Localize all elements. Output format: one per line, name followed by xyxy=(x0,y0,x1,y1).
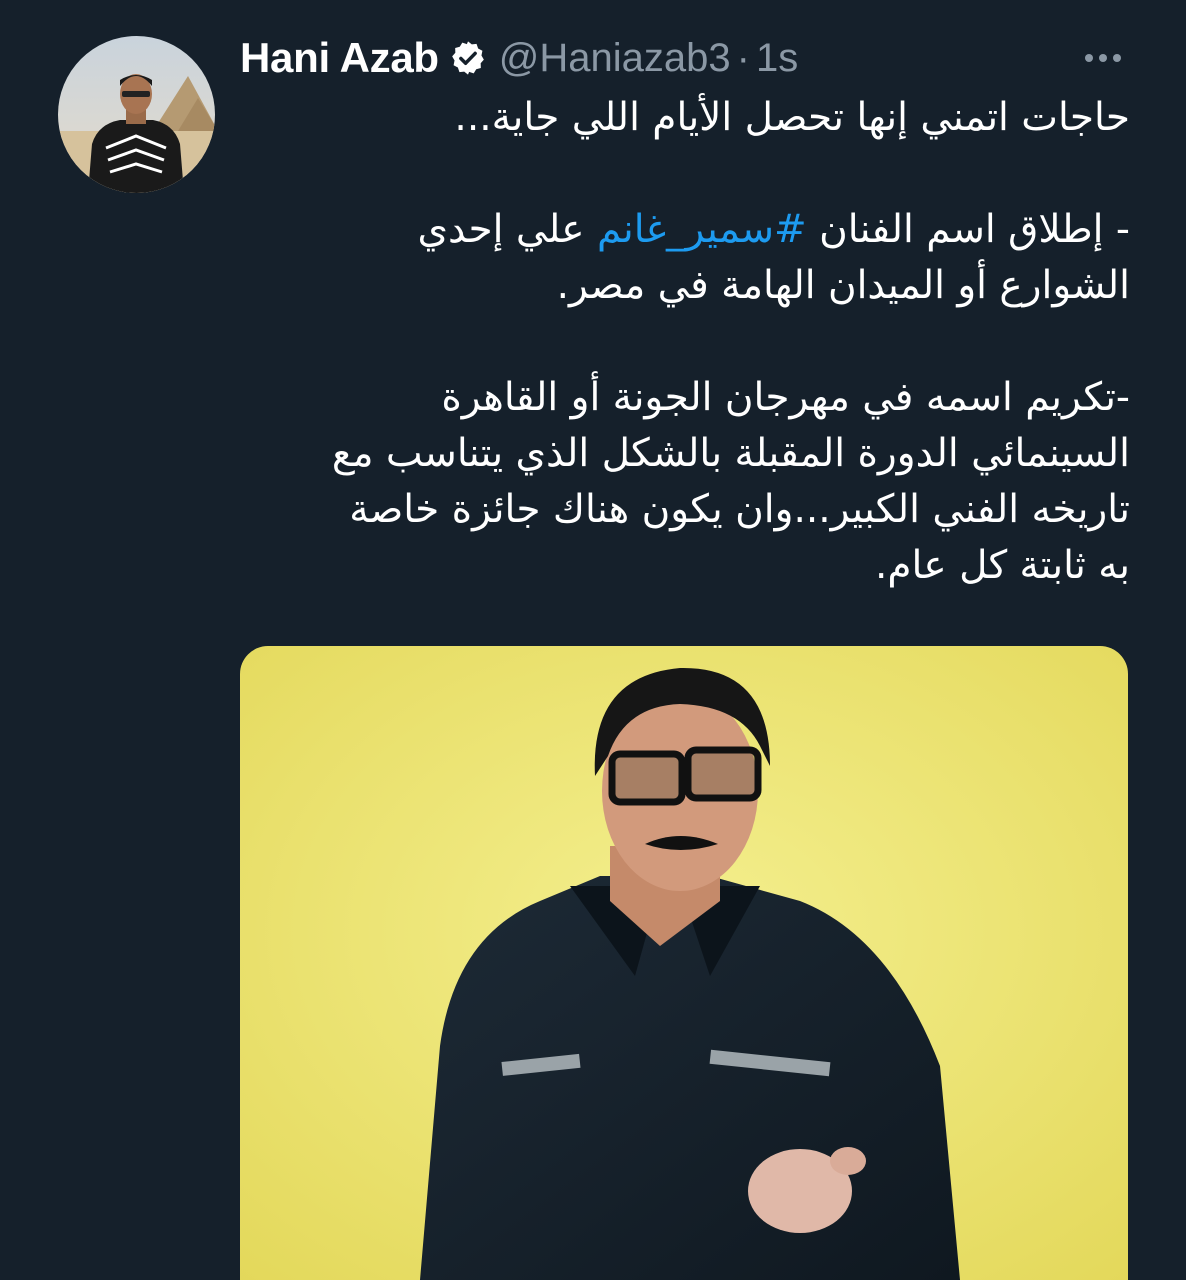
tweet-text-line: -تكريم اسمه في مهرجان الجونة أو القاهرة xyxy=(441,375,1130,420)
hashtag-link[interactable]: #سمير_غانم xyxy=(597,207,807,252)
tweet[interactable]: Hani Azab @Haniazab3 · 1s حاجات اتمني إن… xyxy=(0,0,1186,1280)
tweet-text-line: به ثابتة كل عام. xyxy=(874,543,1130,588)
tweet-text-segment: - إطلاق اسم الفنان xyxy=(806,207,1130,252)
verified-badge-icon xyxy=(449,39,487,77)
tweet-text-line: الشوارع أو الميدان الهامة في مصر. xyxy=(556,263,1130,308)
tweet-text-line: تاريخه الفني الكبير...وان يكون هناك جائز… xyxy=(349,487,1130,532)
tweet-text-line: حاجات اتمني إنها تحصل الأيام اللي جاية..… xyxy=(454,95,1130,140)
tweet-text-line: - إطلاق اسم الفنان #سمير_غانم علي إحدي xyxy=(240,202,1131,258)
tweet-media-image[interactable] xyxy=(240,646,1128,1280)
more-horizontal-icon[interactable] xyxy=(1078,40,1128,76)
tweet-text-line: السينمائي الدورة المقبلة بالشكل الذي يتن… xyxy=(331,431,1130,476)
timestamp[interactable]: 1s xyxy=(756,36,798,81)
tweet-text-segment: علي إحدي xyxy=(417,207,597,252)
tweet-header: Hani Azab @Haniazab3 · 1s xyxy=(240,30,1130,86)
separator-dot: · xyxy=(736,35,750,80)
display-name[interactable]: Hani Azab xyxy=(240,34,439,82)
avatar[interactable] xyxy=(58,36,215,193)
tweet-text: حاجات اتمني إنها تحصل الأيام اللي جاية..… xyxy=(240,90,1130,594)
author-handle[interactable]: @Haniazab3 xyxy=(499,36,731,81)
